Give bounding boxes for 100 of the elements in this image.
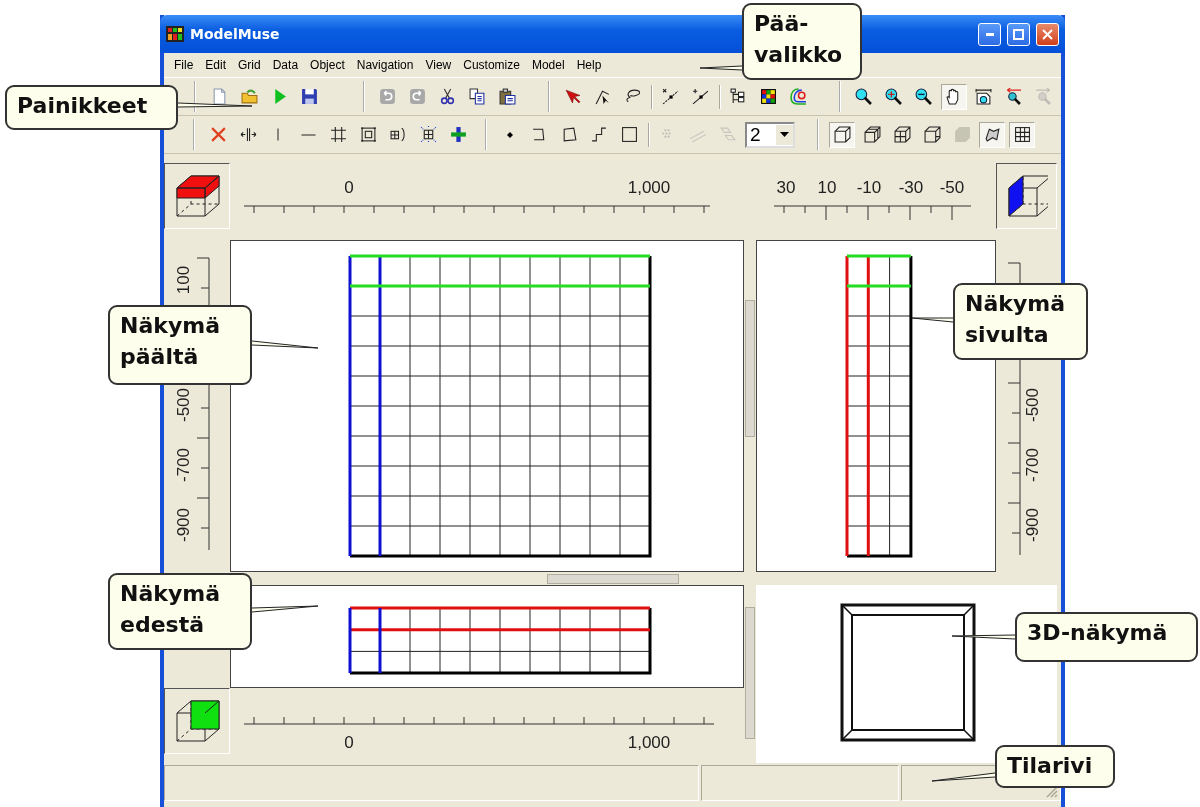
toolbar-button[interactable] bbox=[1009, 121, 1036, 148]
vertical-line-icon bbox=[277, 127, 279, 142]
cube-icon[interactable] bbox=[164, 163, 230, 229]
plus-icon bbox=[449, 126, 467, 143]
menu-item[interactable]: Grid bbox=[232, 56, 267, 74]
zoom-forward-icon bbox=[1035, 88, 1053, 105]
toolbar-button[interactable] bbox=[829, 121, 856, 148]
horizontal-line-icon bbox=[300, 133, 316, 136]
maximize-button[interactable] bbox=[1007, 22, 1030, 46]
undo-icon bbox=[379, 88, 397, 105]
menu-item[interactable]: Help bbox=[570, 56, 608, 74]
maximize-icon bbox=[1013, 28, 1024, 40]
cross-icon bbox=[209, 126, 227, 143]
leader-line bbox=[932, 772, 996, 784]
app-icon bbox=[166, 26, 184, 42]
clipboard-icon bbox=[499, 88, 517, 105]
folder-icon bbox=[240, 88, 258, 105]
zoom-extent-icon bbox=[975, 88, 993, 105]
ruler-label: 30 bbox=[776, 178, 796, 197]
cube-icon[interactable] bbox=[164, 688, 230, 754]
menu-item[interactable]: Data bbox=[266, 56, 305, 74]
callout-label: Pää-valikko bbox=[742, 3, 862, 80]
framed-box-icon bbox=[359, 126, 377, 143]
ruler-label: 1,000 bbox=[627, 733, 671, 752]
leader-line bbox=[252, 603, 319, 613]
leader-line bbox=[912, 315, 954, 323]
rectangle-icon bbox=[621, 126, 639, 143]
ruler-label: -900 bbox=[174, 508, 193, 542]
ruler-label: -30 bbox=[898, 178, 924, 197]
ruler-label: 0 bbox=[344, 733, 354, 752]
cube-icon[interactable] bbox=[996, 163, 1057, 229]
ruler-label: -900 bbox=[1023, 508, 1042, 542]
shape-icon bbox=[983, 126, 1001, 143]
splitter-handle[interactable] bbox=[745, 607, 755, 739]
cube-icon bbox=[923, 126, 941, 143]
menu-item[interactable]: Navigation bbox=[350, 56, 420, 74]
callout-label: Näkymä edestä bbox=[108, 573, 252, 650]
toolbar-button[interactable] bbox=[940, 83, 967, 110]
ruler-label: -10 bbox=[856, 178, 882, 197]
zoom-back-icon bbox=[1005, 88, 1023, 105]
delete-vertex-icon bbox=[662, 88, 680, 105]
leader-line bbox=[252, 340, 319, 351]
callout-label: Painikkeet bbox=[5, 85, 178, 130]
split-icon bbox=[239, 126, 257, 143]
ruler-label: 10 bbox=[817, 178, 837, 197]
menu-item[interactable]: File bbox=[168, 56, 200, 74]
menu-item[interactable]: Edit bbox=[199, 56, 233, 74]
minimize-icon bbox=[985, 32, 994, 36]
close-icon bbox=[1042, 28, 1053, 40]
ruler-label: 100 bbox=[174, 265, 193, 295]
hash-icon bbox=[329, 126, 347, 143]
toolbar-button[interactable] bbox=[979, 121, 1006, 148]
cube-icon bbox=[863, 126, 881, 143]
close-button[interactable] bbox=[1036, 22, 1059, 46]
leader-line bbox=[952, 633, 1016, 640]
contour-icon bbox=[790, 88, 808, 105]
leader-line bbox=[700, 65, 743, 71]
floppy-icon bbox=[300, 88, 318, 105]
zoom-out-icon bbox=[915, 88, 933, 105]
minimize-button[interactable] bbox=[978, 22, 1001, 46]
add-vertex-icon bbox=[692, 88, 710, 105]
ruler-label: -500 bbox=[1023, 388, 1042, 422]
cube-icon bbox=[893, 126, 911, 143]
splitter-handle[interactable] bbox=[547, 573, 679, 584]
splitter-handle[interactable] bbox=[745, 300, 755, 437]
lasso-icon bbox=[624, 88, 642, 105]
parallelogram-icon bbox=[719, 126, 737, 143]
caret-icon bbox=[779, 132, 789, 137]
arrow-icon bbox=[564, 88, 582, 105]
resize-grip-icon[interactable] bbox=[1046, 786, 1058, 798]
menu-item[interactable]: Object bbox=[304, 56, 351, 74]
ruler-label: 1,000 bbox=[627, 178, 671, 197]
grid-icon bbox=[1013, 126, 1031, 143]
subdivide-icon bbox=[389, 126, 407, 143]
cube-icon bbox=[833, 126, 851, 143]
point-icon bbox=[505, 130, 514, 139]
scissors-icon bbox=[439, 88, 457, 105]
ruler-label: -700 bbox=[1023, 448, 1042, 482]
callout-label: Näkymä sivulta bbox=[953, 283, 1088, 360]
callout-label: Näkymä päältä bbox=[108, 305, 252, 385]
polygon-icon bbox=[561, 126, 579, 143]
solid-cube-icon bbox=[953, 126, 971, 143]
copy-icon bbox=[469, 88, 487, 105]
vertex-arrow-icon bbox=[594, 88, 612, 105]
callout-label: 3D-näkymä bbox=[1015, 612, 1198, 662]
ruler-label: -500 bbox=[174, 388, 193, 422]
menu-item[interactable]: View bbox=[419, 56, 458, 74]
menu-item[interactable]: Customize bbox=[457, 56, 526, 74]
level-select[interactable]: 2 bbox=[744, 121, 795, 148]
magnifier-icon bbox=[855, 88, 873, 105]
ruler-label: -50 bbox=[939, 178, 965, 197]
grid-spacing-icon bbox=[419, 126, 437, 143]
ruler-label: -700 bbox=[174, 448, 193, 482]
callout-label: Tilarivi bbox=[995, 745, 1115, 788]
menu-item[interactable]: Model bbox=[525, 56, 571, 74]
zoom-in-icon bbox=[885, 88, 903, 105]
color-grid-icon bbox=[760, 88, 778, 105]
window-title: ModelMuse bbox=[190, 26, 281, 42]
step-line-icon bbox=[591, 126, 609, 143]
redo-icon bbox=[409, 88, 427, 105]
